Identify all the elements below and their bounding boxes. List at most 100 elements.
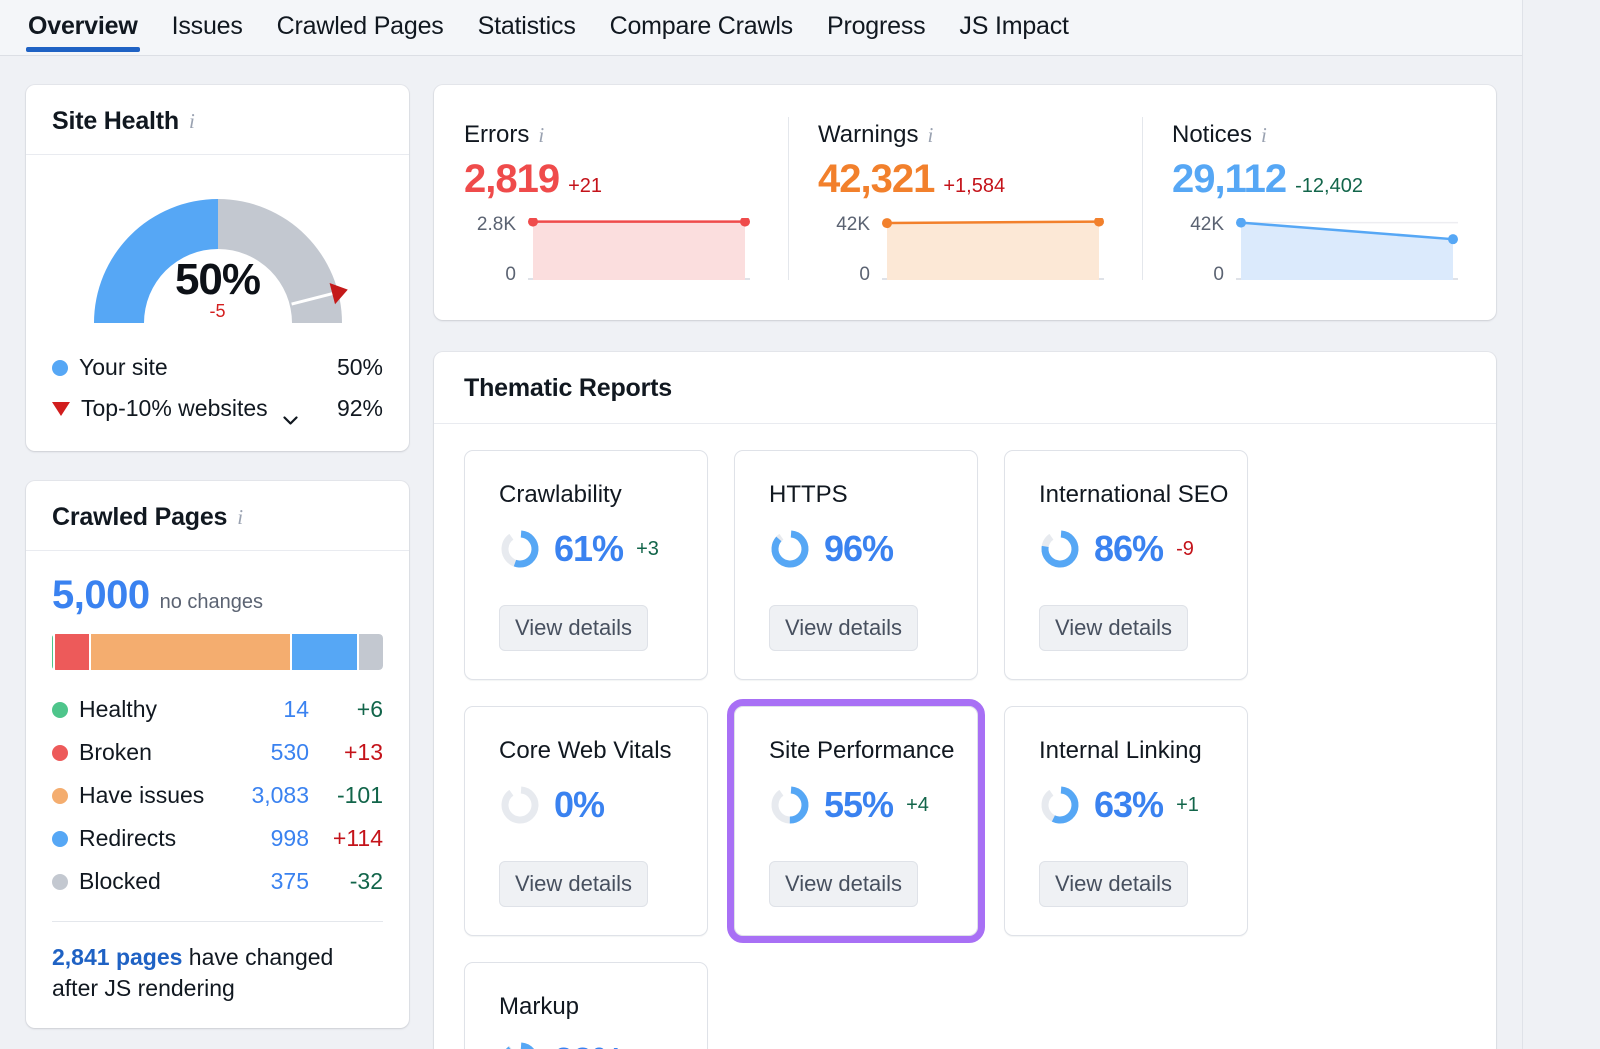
stat-sparkline: 2.8K 0 — [464, 214, 758, 285]
legend-label-group: Your site — [52, 354, 337, 381]
view-details-button[interactable]: View details — [769, 605, 918, 651]
stat-delta: -12,402 — [1295, 175, 1363, 197]
thematic-card-https[interactable]: HTTPS 96% View details — [734, 450, 978, 680]
crawled-pages-card: Crawled Pages i 5,000 no changes Healthy… — [26, 481, 409, 1029]
crawled-pages-row[interactable]: Healthy 14 +6 — [52, 688, 383, 731]
status-dot-icon — [52, 787, 68, 804]
chevron-down-icon[interactable] — [283, 404, 298, 425]
stat-value: 2,819 — [464, 157, 560, 201]
crawled-pages-change-note: no changes — [159, 591, 264, 613]
site-health-gauge: 50% -5 — [68, 173, 368, 325]
stat-card-notices[interactable]: Notices i 29,112 -12,402 42K 0 — [1142, 95, 1496, 302]
info-icon[interactable]: i — [1261, 124, 1267, 146]
info-icon[interactable]: i — [189, 111, 195, 132]
stacked-bar-segment-broken[interactable] — [54, 634, 90, 670]
thematic-card-international-seo[interactable]: International SEO 86% -9 View details — [1004, 450, 1248, 680]
stat-header: Warnings i — [818, 121, 1112, 149]
crawled-pages-body: 5,000 no changes Healthy 14 +6 Broken 53… — [26, 551, 409, 1028]
thematic-card-internal-linking[interactable]: Internal Linking 63% +1 View details — [1004, 706, 1248, 936]
legend-label-group: Top-10% websites — [52, 395, 337, 425]
stacked-bar-segment-healthy[interactable] — [52, 634, 53, 670]
thematic-card-site-performance[interactable]: Site Performance 55% +4 View details — [727, 699, 985, 943]
thematic-card-title: Crawlability — [499, 481, 622, 508]
row-delta: +13 — [343, 739, 383, 765]
thematic-card-crawlability[interactable]: Crawlability 61% +3 View details — [464, 450, 708, 680]
row-label: Broken — [79, 739, 152, 765]
stat-name: Errors — [464, 121, 530, 148]
divider — [52, 921, 383, 922]
row-label-group: Blocked — [52, 868, 217, 895]
crawled-pages-row[interactable]: Have issues 3,083 -101 — [52, 774, 383, 817]
tab-overview[interactable]: Overview — [26, 0, 140, 52]
tab-crawled-pages[interactable]: Crawled Pages — [275, 0, 446, 39]
thematic-card-metric: 63% +1 — [1039, 784, 1247, 826]
stacked-bar-segment-blocked[interactable] — [358, 634, 383, 670]
thematic-card-percent: 86% — [1094, 528, 1164, 569]
tab-statistics[interactable]: Statistics — [476, 0, 578, 39]
sparkline-plot — [1236, 217, 1466, 280]
thematic-card-percent: 99% — [554, 1040, 624, 1049]
crawled-pages-row[interactable]: Redirects 998 +114 — [52, 817, 383, 860]
tab-js-impact[interactable]: JS Impact — [957, 0, 1070, 39]
crawled-pages-header: Crawled Pages i — [26, 481, 409, 551]
crawled-pages-title: Crawled Pages — [52, 503, 228, 531]
status-dot-icon — [52, 873, 68, 890]
row-label-group: Healthy — [52, 696, 217, 723]
js-rendering-note: 2,841 pages have changed after JS render… — [52, 942, 383, 1004]
stacked-bar-segment-have-issues[interactable] — [91, 634, 291, 670]
view-details-button[interactable]: View details — [1039, 605, 1188, 651]
thematic-card-title: Internal Linking — [1039, 737, 1202, 764]
thematic-card-title: International SEO — [1039, 481, 1229, 508]
info-icon[interactable]: i — [538, 124, 544, 146]
triangle-down-icon — [52, 401, 70, 416]
viewport-edge-line — [1522, 0, 1523, 1049]
site-health-legend-row: Your site 50% — [52, 347, 383, 388]
stat-header: Errors i — [464, 121, 758, 149]
stacked-bar-segment-redirects[interactable] — [292, 634, 357, 670]
legend-value: 92% — [336, 395, 383, 421]
thematic-card-percent: 63% — [1094, 784, 1164, 825]
axis-bottom-label: 0 — [1213, 264, 1224, 285]
site-health-legend-row[interactable]: Top-10% websites 92% — [52, 388, 383, 429]
crawled-pages-row[interactable]: Blocked 375 -32 — [52, 860, 383, 903]
view-details-button[interactable]: View details — [499, 605, 648, 651]
thematic-card-percent: 55% — [824, 784, 894, 825]
thematic-card-delta: +4 — [906, 793, 929, 816]
row-count[interactable]: 998 — [217, 825, 309, 852]
thematic-card-metric: 86% -9 — [1039, 528, 1247, 570]
info-icon[interactable]: i — [237, 507, 243, 528]
tab-issues[interactable]: Issues — [170, 0, 245, 39]
row-count[interactable]: 3,083 — [217, 782, 309, 809]
tab-compare-crawls[interactable]: Compare Crawls — [608, 0, 795, 39]
crawled-pages-row[interactable]: Broken 530 +13 — [52, 731, 383, 774]
thematic-card-percent: 96% — [824, 528, 894, 569]
info-icon[interactable]: i — [927, 124, 933, 146]
stat-card-errors[interactable]: Errors i 2,819 +21 2.8K 0 — [434, 95, 788, 302]
row-count[interactable]: 375 — [217, 868, 309, 895]
status-dot-icon — [52, 830, 68, 847]
sparkline-axis: 42K 0 — [818, 214, 870, 285]
axis-top-label: 42K — [836, 214, 870, 235]
view-details-button[interactable]: View details — [1039, 861, 1188, 907]
crawled-pages-stacked-bar — [52, 634, 383, 670]
app-viewport: Overview Issues Crawled Pages Statistics Com… — [0, 0, 1600, 1049]
row-label: Redirects — [79, 825, 177, 851]
js-rendering-pages-link[interactable]: 2,841 pages — [52, 944, 182, 970]
stat-header: Notices i — [1172, 121, 1466, 149]
axis-bottom-label: 0 — [859, 264, 870, 285]
tab-progress[interactable]: Progress — [825, 0, 927, 39]
legend-label: Top-10% websites — [81, 395, 268, 421]
view-details-button[interactable]: View details — [769, 861, 918, 907]
thematic-card-core-web-vitals[interactable]: Core Web Vitals 0% View details — [464, 706, 708, 936]
legend-label: Your site — [79, 354, 168, 380]
stat-value-group: 42,321 +1,584 — [818, 157, 1112, 202]
row-count[interactable]: 530 — [217, 739, 309, 766]
stat-card-warnings[interactable]: Warnings i 42,321 +1,584 42K 0 — [788, 95, 1142, 302]
thematic-card-markup[interactable]: Markup 99% View details — [464, 962, 708, 1049]
stat-delta: +1,584 — [943, 175, 1006, 197]
thematic-card-delta: +3 — [636, 537, 659, 560]
view-details-button[interactable]: View details — [499, 861, 648, 907]
row-count[interactable]: 14 — [217, 696, 309, 723]
row-label-group: Redirects — [52, 825, 217, 852]
row-label: Blocked — [79, 868, 161, 894]
